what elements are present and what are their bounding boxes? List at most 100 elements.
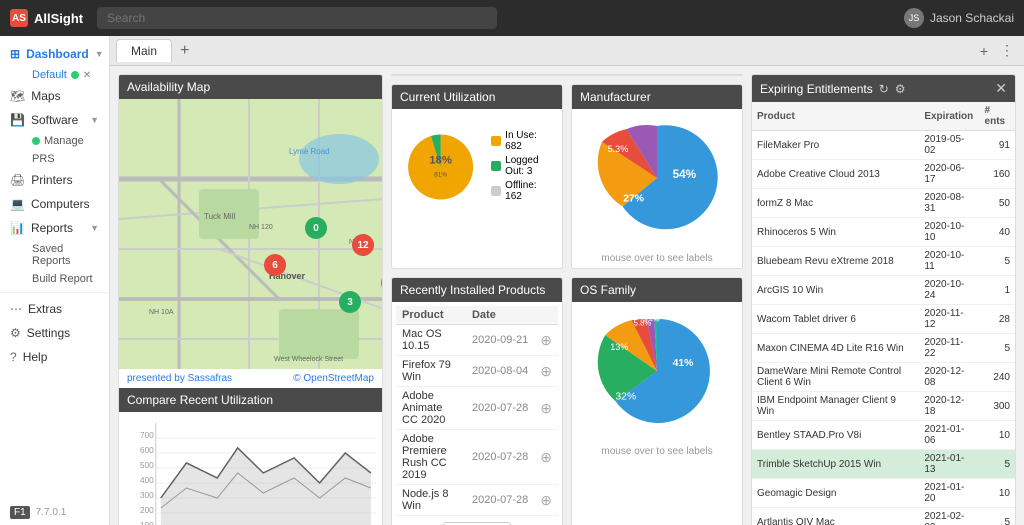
sidebar-subitem-default[interactable]: Default ✕: [22, 66, 109, 84]
close-icon[interactable]: ✕: [83, 70, 91, 81]
computers-icon: 💻: [10, 197, 25, 211]
table-row: ArcGIS 10 Win 2020-10-24 1: [752, 276, 1015, 305]
sidebar-label-reports: Reports: [31, 221, 73, 235]
recent-panel: Recently Installed Products Product Date: [391, 277, 563, 525]
os-family-header: OS Family: [572, 278, 742, 302]
recent-expand[interactable]: ⊕: [534, 430, 558, 485]
refresh-icon[interactable]: ↻: [879, 82, 889, 96]
user-name: Jason Schackai: [930, 11, 1014, 25]
recent-table: Product Date Mac OS 10.15 2020-09-21 ⊕ F…: [396, 306, 558, 516]
expire-date: 2020-08-31: [919, 189, 979, 218]
table-row: Adobe Premiere Rush CC 2019 2020-07-28 ⊕: [396, 430, 558, 485]
map-marker-2[interactable]: 0: [305, 217, 327, 239]
expire-date: 2021-01-06: [919, 421, 979, 450]
legend-in-use: In Use: 682: [491, 130, 554, 152]
tab-main-label: Main: [131, 44, 157, 58]
legend-in-use-label: In Use: 682: [505, 130, 554, 152]
manufacturer-pie: 54% 27% 5.3%: [592, 113, 722, 243]
svg-text:500: 500: [140, 461, 154, 470]
recent-col-product: Product: [396, 306, 466, 325]
recent-expand[interactable]: ⊕: [534, 325, 558, 356]
extras-icon: ⋯: [10, 302, 22, 316]
availability-map-header: Availability Map: [119, 75, 382, 99]
expire-product: IBM Endpoint Manager Client 9 Win: [752, 392, 919, 421]
table-row: Bentley STAAD.Pro V8i 2021-01-06 10: [752, 421, 1015, 450]
sidebar-item-help[interactable]: ? Help: [0, 345, 109, 369]
expand-icon[interactable]: ⊕: [540, 449, 552, 465]
svg-text:400: 400: [140, 476, 154, 485]
expand-icon[interactable]: ⊕: [540, 400, 552, 416]
svg-text:41%: 41%: [673, 358, 694, 369]
f1-label[interactable]: F1: [10, 506, 30, 519]
map-marker-8[interactable]: 3: [339, 291, 361, 313]
sidebar-subitem-saved-reports[interactable]: Saved Reports: [22, 240, 109, 270]
expire-product: FileMaker Pro: [752, 131, 919, 160]
sidebar-label-software: Software: [31, 113, 78, 127]
logo: AS AllSight: [10, 9, 83, 27]
map-marker-1[interactable]: 6: [264, 254, 286, 276]
expire-product: Bluebeam Revu eXtreme 2018: [752, 247, 919, 276]
svg-text:100: 100: [140, 521, 154, 525]
compare-title: Compare Recent Utilization: [127, 393, 273, 407]
recent-product-name: Firefox 79 Win: [396, 356, 466, 387]
table-row: IBM Endpoint Manager Client 9 Win 2020-1…: [752, 392, 1015, 421]
recent-expand[interactable]: ⊕: [534, 485, 558, 516]
tab-add-button[interactable]: +: [176, 43, 193, 59]
sidebar-item-reports[interactable]: 📊 Reports ▼: [0, 216, 109, 240]
current-util-title: Current Utilization: [400, 90, 495, 104]
os-family-title: OS Family: [580, 283, 636, 297]
search-input[interactable]: [97, 7, 497, 29]
expiring-close-icon[interactable]: ✕: [995, 80, 1007, 97]
sidebar-subitem-manage[interactable]: Manage: [22, 132, 109, 150]
tab-action-add[interactable]: +: [976, 42, 992, 59]
map-container: Tuck Mill Lyme Road Hanover NH 10A NH 12…: [119, 99, 382, 369]
recent-expand[interactable]: ⊕: [534, 356, 558, 387]
tab-bar: Main + + ⋮: [110, 36, 1024, 66]
table-row: Rhinoceros 5 Win 2020-10-10 40: [752, 218, 1015, 247]
recent-expand[interactable]: ⊕: [534, 387, 558, 430]
table-row: Trimble SketchUp 2015 Win 2021-01-13 5: [752, 450, 1015, 479]
sidebar-item-printers[interactable]: 🖨 Printers: [0, 168, 109, 192]
expire-count: 5: [980, 247, 1015, 276]
expiring-header: Expiring Entitlements ↻ ⚙ ✕: [752, 75, 1015, 102]
sidebar-item-settings[interactable]: ⚙ Settings: [0, 321, 109, 345]
map-credit-osm: © OpenStreetMap: [293, 373, 374, 384]
recent-product-name: Adobe Animate CC 2020: [396, 387, 466, 430]
expire-date: 2020-11-12: [919, 305, 979, 334]
tab-action-more[interactable]: ⋮: [996, 42, 1018, 59]
top-bar: AS AllSight JS Jason Schackai: [0, 0, 1024, 36]
expire-product: Geomagic Design: [752, 479, 919, 508]
table-row: Geomagic Design 2021-01-20 10: [752, 479, 1015, 508]
sidebar-item-computers[interactable]: 💻 Computers: [0, 192, 109, 216]
sidebar-subitem-build-report[interactable]: Build Report: [22, 270, 109, 288]
recent-product-name: Node.js 8 Win: [396, 485, 466, 516]
settings-icon[interactable]: ⚙: [895, 82, 906, 96]
util-legend: In Use: 682 Logged Out: 3 Offline: 162: [491, 130, 554, 205]
dashboard-icon: ⊞: [10, 47, 20, 61]
sidebar-item-software[interactable]: 💾 Software ▼: [0, 108, 109, 132]
expire-date: 2020-11-22: [919, 334, 979, 363]
expiring-table-container: Product Expiration # ents FileMaker Pro …: [752, 102, 1015, 525]
manufacturer-title: Manufacturer: [580, 90, 651, 104]
logo-icon: AS: [10, 9, 28, 27]
svg-text:32%: 32%: [615, 392, 636, 403]
sidebar-subitem-prs[interactable]: PRS: [22, 150, 109, 168]
recent-date: 2020-07-28: [466, 430, 534, 485]
expand-icon[interactable]: ⊕: [540, 492, 552, 508]
sidebar-item-dashboard[interactable]: ⊞ Dashboard ▼: [0, 42, 109, 66]
sidebar-item-maps[interactable]: 🗺 Maps: [0, 84, 109, 108]
expire-count: 5: [980, 334, 1015, 363]
map-svg: Tuck Mill Lyme Road Hanover NH 10A NH 12…: [119, 99, 382, 369]
expire-product: Maxon CINEMA 4D Lite R16 Win: [752, 334, 919, 363]
sidebar-item-extras[interactable]: ⋯ Extras: [0, 297, 109, 321]
expand-icon[interactable]: ⊕: [540, 332, 552, 348]
version-label: 7.7.0.1: [36, 507, 67, 518]
expand-icon[interactable]: ⊕: [540, 363, 552, 379]
map-marker-3[interactable]: 12: [352, 234, 374, 256]
expire-product: DameWare Mini Remote Control Client 6 Wi…: [752, 363, 919, 392]
table-row: Bluebeam Revu eXtreme 2018 2020-10-11 5: [752, 247, 1015, 276]
tab-main[interactable]: Main: [116, 39, 172, 62]
recent-product-name: Mac OS 10.15: [396, 325, 466, 356]
offline-dot: [491, 186, 501, 196]
os-family-note: mouse over to see labels: [601, 446, 712, 457]
